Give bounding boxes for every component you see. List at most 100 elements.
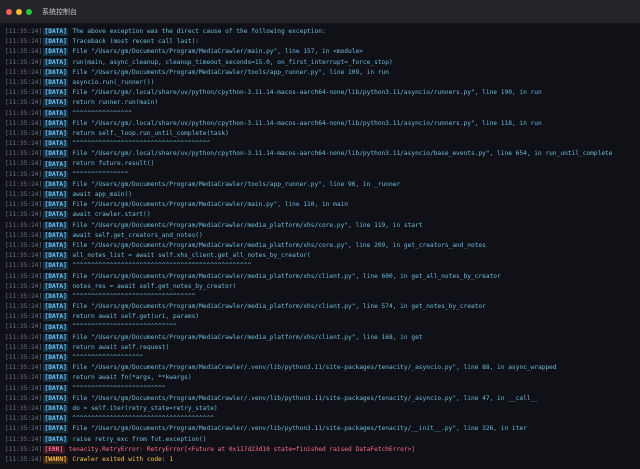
log-level-badge: [DATA] (43, 303, 69, 312)
log-timestamp: [11:35:24] (5, 404, 43, 412)
log-message: ^^^^^^^^^^^^^^^^^^^^^^^^^^^^^^^^^^^^^^ (72, 415, 214, 423)
log-line: [11:35:24] [DATA] The above exception was … (5, 27, 640, 37)
window-title: 系统控制台 (42, 7, 77, 16)
log-timestamp: [11:35:24] (5, 129, 43, 137)
log-line: [11:35:24] [DATA] return future.result() (5, 159, 640, 169)
log-message: File "/Users/gm/Documents/Program/MediaC… (72, 241, 486, 249)
log-message: Traceback (most recent call last): (72, 38, 200, 46)
log-message: The above exception was the direct cause… (72, 28, 326, 35)
minimize-window-button[interactable] (16, 8, 22, 15)
log-timestamp: [11:35:24] (5, 58, 43, 66)
log-timestamp: [11:35:24] (5, 89, 43, 97)
log-message: File "/Users/gm/Documents/Program/MediaC… (72, 333, 423, 341)
close-window-button[interactable] (6, 8, 12, 15)
log-message: raise retry_exc from fut.exception() (72, 435, 207, 443)
log-message: ^^^^^^^^^^^^^^^^^^^ (72, 354, 144, 361)
log-message: File "/Users/gm/Documents/Program/MediaC… (72, 68, 390, 76)
log-message: tenacity.RetryError: RetryError[<Future … (68, 445, 416, 453)
log-timestamp: [11:35:24] (5, 333, 43, 341)
log-line: [11:35:24] [ERR] tenacity.RetryError: Retr… (5, 445, 640, 455)
log-line: [11:35:24] [DATA] File "/Users/gm/Document… (5, 180, 640, 190)
log-line: [11:35:24] [DATA] File "/Users/gm/Document… (5, 424, 640, 434)
log-level-badge: [DATA] (43, 394, 69, 403)
log-message: ^^^^^^^^^^^^^^^^^^^^^^^^^^^^^^^^^^^^^^^^… (72, 262, 252, 270)
log-line: [11:35:24] [DATA] run(main, async_cleanup,… (5, 58, 640, 68)
log-line: [11:35:24] [DATA] ^^^^^^^^^^^^^^^^^^^^^^^^… (5, 322, 640, 332)
log-output[interactable]: [11:35:24] [DATA] The above exception was … (0, 24, 640, 469)
log-level-badge: [DATA] (43, 170, 69, 179)
log-line: [11:35:24] [DATA] File "/Users/gm/.local/s… (5, 119, 640, 129)
log-timestamp: [11:35:24] (5, 313, 43, 321)
log-level-badge: [DATA] (43, 343, 69, 352)
log-line: [11:35:24] [DATA] Traceback (most recent c… (5, 37, 640, 47)
log-timestamp: [11:35:24] (5, 252, 43, 260)
log-level-badge: [DATA] (43, 28, 69, 37)
log-timestamp: [11:35:24] (5, 170, 43, 178)
log-timestamp: [11:35:24] (5, 272, 43, 280)
log-line: [11:35:24] [DATA] File "/Users/gm/Document… (5, 221, 640, 231)
log-timestamp: [11:35:24] (5, 282, 43, 290)
log-timestamp: [11:35:24] (5, 435, 43, 443)
log-message: run(main, async_cleanup, cleanup_timeout… (72, 58, 393, 66)
log-line: [11:35:24] [DATA] return await self.get(ur… (5, 312, 640, 322)
log-timestamp: [11:35:24] (5, 160, 43, 168)
log-line: [11:35:24] [DATA] File "/Users/gm/Document… (5, 302, 640, 312)
log-message: ^^^^^^^^^^^^^^^^^^^^^^^^^ (72, 384, 166, 392)
log-timestamp: [11:35:24] (5, 211, 43, 219)
log-message: return await self.request( (72, 343, 170, 351)
log-line: [11:35:24] [DATA] ^^^^^^^^^^^^^^^^^^^^^^^^… (5, 414, 640, 424)
log-message: return future.result() (72, 160, 155, 168)
log-level-badge: [DATA] (43, 262, 69, 271)
log-message: ^^^^^^^^^^^^^^^^^^^^^^^^^^^^ (72, 323, 177, 331)
log-level-badge: [DATA] (43, 252, 69, 261)
log-message: await app_main() (72, 191, 132, 198)
log-timestamp: [11:35:24] (5, 445, 43, 453)
log-line: [11:35:24] [DATA] return self._loop.run_un… (5, 129, 640, 139)
log-timestamp: [11:35:24] (5, 191, 43, 198)
log-message: return await self.get(uri, params) (72, 313, 200, 321)
log-level-badge: [DATA] (43, 58, 69, 67)
log-level-badge: [DATA] (43, 282, 69, 291)
log-timestamp: [11:35:24] (5, 99, 43, 107)
log-message: File "/Users/gm/Documents/Program/MediaC… (72, 221, 423, 229)
log-level-badge: [DATA] (43, 201, 69, 210)
log-line: [11:35:24] [DATA] ^^^^^^^^^^^^^^^^^^^^^^^^… (5, 292, 640, 302)
log-level-badge: [DATA] (43, 221, 69, 230)
log-message: asyncio.run(_runner()) (72, 78, 155, 86)
log-line: [11:35:24] [DATA] File "/Users/gm/Document… (5, 47, 640, 57)
log-timestamp: [11:35:24] (5, 384, 43, 392)
log-timestamp: [11:35:24] (5, 323, 43, 331)
log-level-badge: [DATA] (43, 119, 69, 128)
log-timestamp: [11:35:24] (5, 374, 43, 382)
log-line: [11:35:24] [DATA] File "/Users/gm/Document… (5, 272, 640, 282)
log-level-badge: [DATA] (43, 425, 69, 434)
log-message: Crawler exited with code: 1 (72, 455, 173, 463)
log-message: return runner.run(main) (72, 99, 159, 107)
log-level-badge: [DATA] (43, 231, 69, 240)
log-timestamp: [11:35:24] (5, 343, 43, 351)
log-message: ^^^^^^^^^^^^^^^^^^^^^^^^^^^^^^^^^ (72, 292, 196, 300)
log-level-badge: [DATA] (43, 292, 69, 301)
log-line: [11:35:24] [DATA] ^^^^^^^^^^^^^^^^^^^^^^^^… (5, 261, 640, 271)
log-line: [11:35:24] [DATA] asyncio.run(_runner()) (5, 78, 640, 88)
log-timestamp: [11:35:24] (5, 303, 43, 311)
log-message: all_notes_list = await self.xhs_client.g… (72, 252, 311, 260)
log-timestamp: [11:35:24] (5, 364, 43, 372)
log-line: [11:35:24] [DATA] ^^^^^^^^^^^^^^^^^^^^^^^^… (5, 139, 640, 149)
log-level-badge: [DATA] (43, 180, 69, 189)
log-timestamp: [11:35:24] (5, 241, 43, 249)
log-message: do = self.iter(retry_state=retry_state) (72, 404, 218, 412)
log-line: [11:35:24] [DATA] notes_res = await self.g… (5, 282, 640, 292)
log-line: [11:35:24] [DATA] ^^^^^^^^^^^^^^^ (5, 170, 640, 180)
log-line: [11:35:24] [DATA] return await self.reques… (5, 343, 640, 353)
zoom-window-button[interactable] (26, 8, 32, 15)
log-line: [11:35:24] [DATA] ^^^^^^^^^^^^^^^^ (5, 109, 640, 119)
log-message: File "/Users/gm/.local/share/uv/python/c… (72, 150, 613, 158)
log-message: await self.get_creators_and_notes() (72, 231, 203, 239)
log-level-badge: [DATA] (43, 374, 69, 383)
log-line: [11:35:24] [WARN] Crawler exited with code… (5, 455, 640, 465)
log-level-badge: [DATA] (43, 140, 69, 149)
log-level-badge: [DATA] (43, 242, 69, 251)
log-level-badge: [DATA] (43, 313, 69, 322)
log-message: return self._loop.run_until_complete(tas… (72, 129, 229, 137)
